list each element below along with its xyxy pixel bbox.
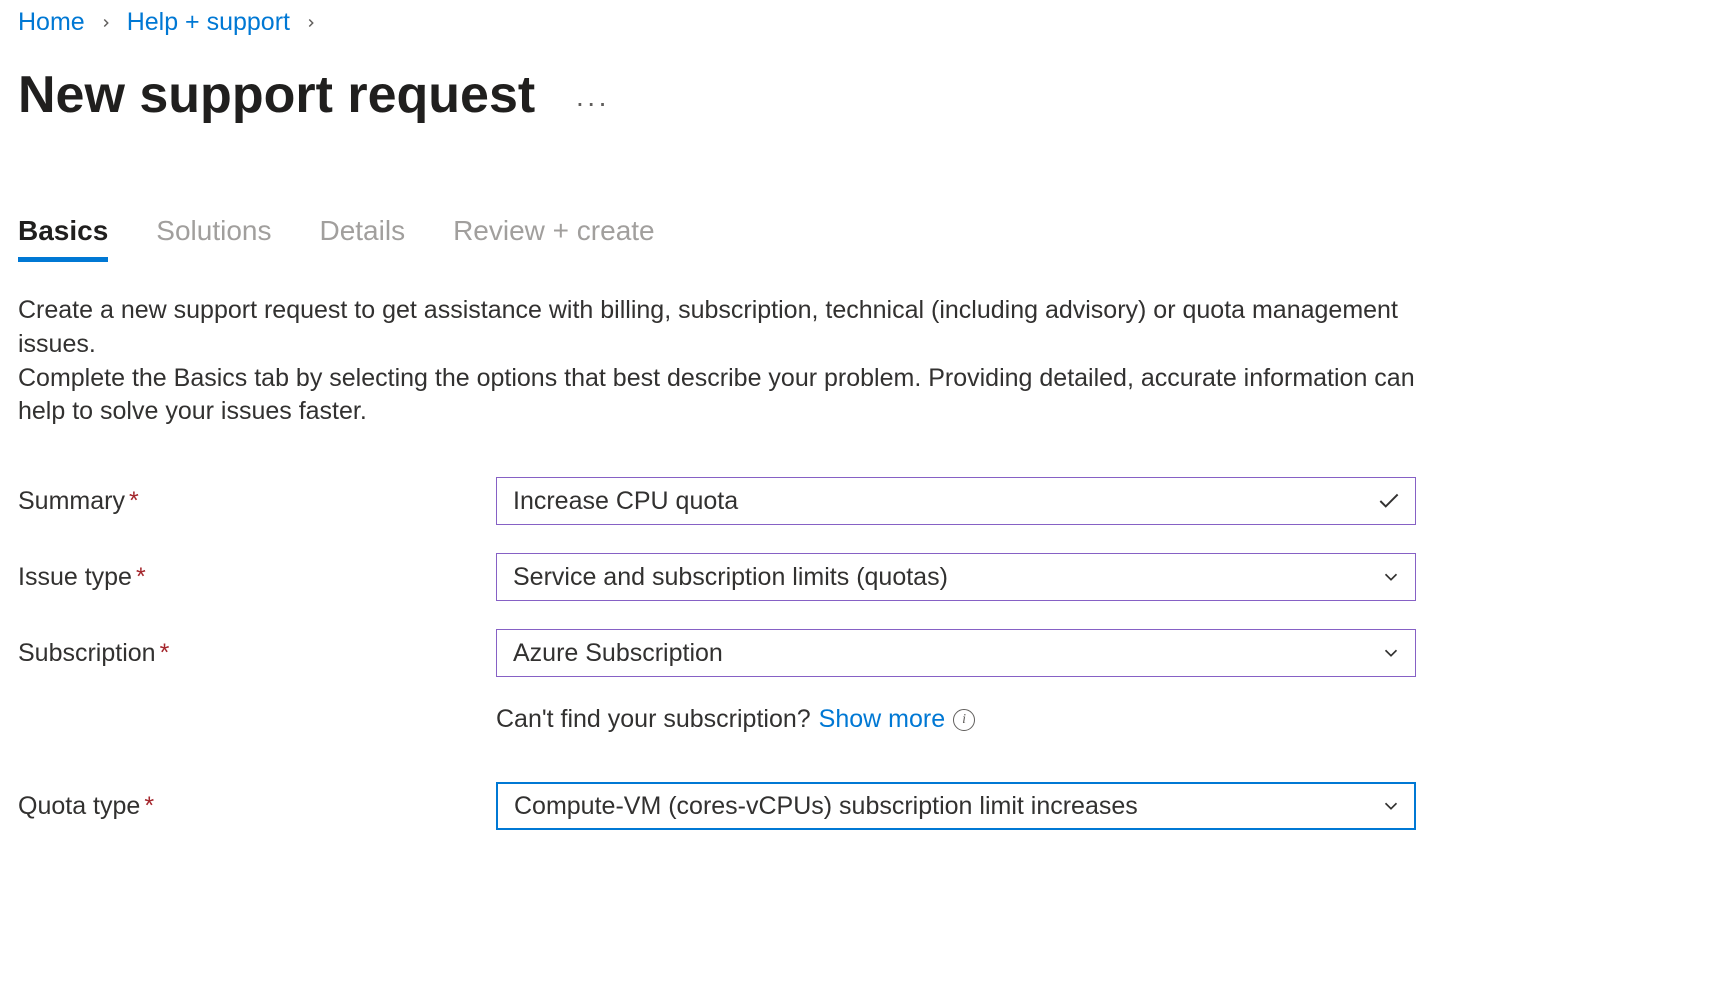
tabs: Basics Solutions Details Review + create (18, 215, 1694, 262)
form-row-quota-type: Quota type* Compute-VM (cores-vCPUs) sub… (18, 782, 1694, 830)
chevron-down-icon (1380, 795, 1402, 817)
subscription-helper-row: Can't find your subscription? Show more … (18, 705, 1694, 734)
page-title: New support request (18, 65, 535, 125)
tab-solutions[interactable]: Solutions (156, 215, 271, 262)
form-row-issue-type: Issue type* Service and subscription lim… (18, 553, 1694, 601)
issue-type-select[interactable]: Service and subscription limits (quotas) (496, 553, 1416, 601)
tab-review-create[interactable]: Review + create (453, 215, 655, 262)
tab-details[interactable]: Details (319, 215, 405, 262)
required-indicator: * (136, 563, 146, 591)
description-text: Create a new support request to get assi… (18, 294, 1428, 429)
quota-type-label: Quota type* (18, 792, 496, 821)
breadcrumb: Home Help + support (18, 8, 1694, 37)
chevron-down-icon (1380, 642, 1402, 664)
page-header: New support request ··· (18, 65, 1694, 125)
form-row-summary: Summary* Increase CPU quota (18, 477, 1694, 525)
required-indicator: * (144, 792, 154, 820)
checkmark-icon (1376, 488, 1402, 514)
tab-basics[interactable]: Basics (18, 215, 108, 262)
breadcrumb-home[interactable]: Home (18, 8, 85, 37)
chevron-right-icon (304, 10, 318, 36)
form-row-subscription: Subscription* Azure Subscription (18, 629, 1694, 677)
more-menu-button[interactable]: ··· (575, 87, 609, 119)
show-more-link[interactable]: Show more (819, 705, 945, 734)
subscription-label: Subscription* (18, 639, 496, 668)
subscription-select[interactable]: Azure Subscription (496, 629, 1416, 677)
chevron-down-icon (1380, 566, 1402, 588)
chevron-right-icon (99, 10, 113, 36)
quota-type-select[interactable]: Compute-VM (cores-vCPUs) subscription li… (496, 782, 1416, 830)
summary-input[interactable]: Increase CPU quota (496, 477, 1416, 525)
subscription-helper-text: Can't find your subscription? Show more … (496, 705, 975, 734)
issue-type-label: Issue type* (18, 563, 496, 592)
info-icon[interactable]: i (953, 709, 975, 731)
summary-label: Summary* (18, 487, 496, 516)
required-indicator: * (129, 487, 139, 515)
breadcrumb-help-support[interactable]: Help + support (127, 8, 290, 37)
required-indicator: * (160, 639, 170, 667)
